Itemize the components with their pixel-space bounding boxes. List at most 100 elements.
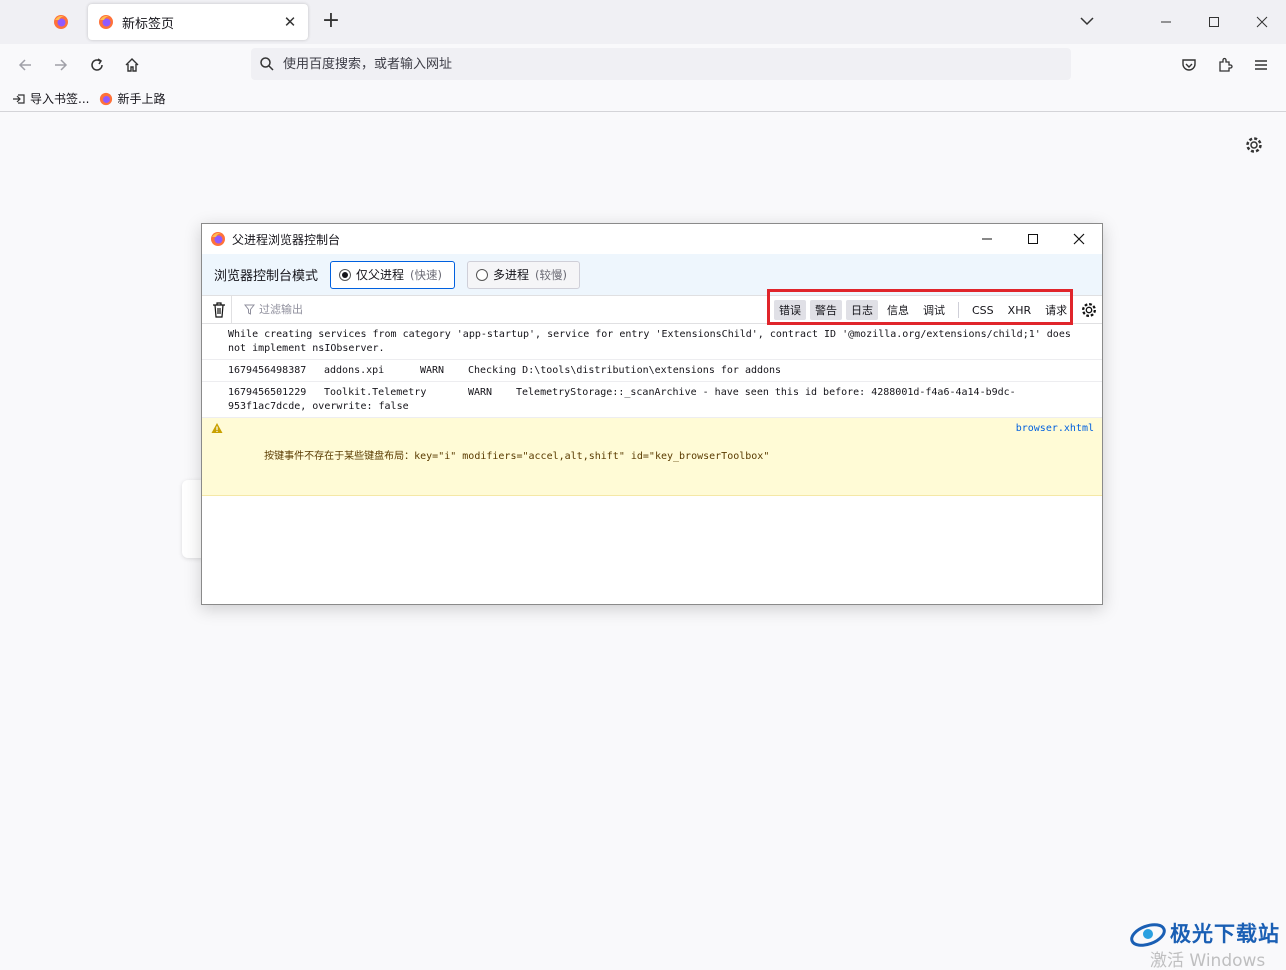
console-settings-button[interactable] xyxy=(1080,301,1098,319)
filter-debug[interactable]: 调试 xyxy=(918,300,950,320)
message-timestamp: 1679456501229 xyxy=(228,387,307,398)
message-text: While creating services from category 'a… xyxy=(228,329,1077,354)
console-output: While creating services from category 'a… xyxy=(202,324,1102,496)
radio-selected-icon xyxy=(339,268,352,281)
message-source: addons.xpi xyxy=(324,365,385,376)
trash-icon xyxy=(212,301,225,318)
message-level: WARN xyxy=(420,365,445,376)
console-message: 1679456498387 addons.xpi WARN Checking D:\t… xyxy=(202,360,1102,382)
chevron-down-icon xyxy=(1080,17,1094,26)
pocket-icon xyxy=(1182,59,1196,71)
maximize-icon xyxy=(1028,234,1038,244)
browser-console-window: 父进程浏览器控制台 浏览器控制台模式 仅父进程 (快速) 多进程 (较慢) 错误… xyxy=(201,223,1103,605)
warning-icon xyxy=(211,423,223,433)
home-button[interactable] xyxy=(118,52,146,78)
filter-input[interactable] xyxy=(259,303,459,316)
pocket-button[interactable] xyxy=(1175,52,1203,78)
maximize-icon xyxy=(1209,17,1219,27)
maximize-button[interactable] xyxy=(1190,0,1238,44)
gear-icon xyxy=(1246,137,1262,153)
bookmark-getting-started[interactable]: 新手上路 xyxy=(99,90,165,107)
close-window-button[interactable] xyxy=(1238,0,1286,44)
import-icon xyxy=(13,93,25,104)
message-text: Checking D:\tools\distribution\extension… xyxy=(468,365,782,376)
filter-xhr[interactable]: XHR xyxy=(1003,302,1036,319)
console-titlebar: 父进程浏览器控制台 xyxy=(202,224,1102,254)
clear-console-button[interactable] xyxy=(206,295,232,324)
tab-new-tab[interactable]: 新标签页 ✕ xyxy=(88,4,308,40)
message-timestamp: 1679456498387 xyxy=(228,365,307,376)
back-arrow-icon xyxy=(18,59,31,71)
radio-unselected-icon xyxy=(476,268,489,281)
reload-icon xyxy=(91,58,103,71)
console-close-button[interactable] xyxy=(1056,224,1102,254)
forward-arrow-icon xyxy=(55,59,68,71)
url-input[interactable] xyxy=(283,56,1071,72)
console-warning-message: 按键事件不存在于某些键盘布局：key="i" modifiers="accel,… xyxy=(202,418,1102,496)
url-bar[interactable] xyxy=(251,48,1071,80)
filter-requests[interactable]: 请求 xyxy=(1040,300,1072,320)
firefox-icon xyxy=(211,232,225,246)
activate-windows-text: 激活 Windows xyxy=(1150,951,1266,970)
console-toolbar: 错误 警告 日志 信息 调试 CSS XHR 请求 xyxy=(202,289,1102,325)
console-mode-label: 浏览器控制台模式 xyxy=(214,269,319,284)
window-controls xyxy=(1142,0,1286,44)
filter-logs[interactable]: 日志 xyxy=(846,300,878,320)
watermark: 极光下载站 xyxy=(1128,918,1280,948)
gear-icon xyxy=(1082,303,1096,317)
message-source-link[interactable]: browser.xhtml xyxy=(1016,422,1094,436)
home-icon xyxy=(125,58,139,72)
list-all-tabs-button[interactable] xyxy=(1076,10,1098,32)
console-minimize-button[interactable] xyxy=(964,224,1010,254)
extensions-button[interactable] xyxy=(1211,52,1239,78)
watermark-title: 极光下载站 xyxy=(1170,922,1280,946)
bookmark-import[interactable]: 导入书签... xyxy=(12,90,89,107)
hamburger-menu-icon xyxy=(1255,60,1267,70)
message-source: Toolkit.Telemetry xyxy=(324,387,427,398)
filter-errors[interactable]: 错误 xyxy=(774,300,806,320)
console-message: 1679456501229 Toolkit.Telemetry WARN Teleme… xyxy=(202,382,1102,418)
reload-button[interactable] xyxy=(83,52,111,78)
back-button[interactable] xyxy=(11,52,39,78)
mode-hint: (快速) xyxy=(410,267,443,282)
minimize-button[interactable] xyxy=(1142,0,1190,44)
page-settings-button[interactable] xyxy=(1244,135,1264,155)
filter-output[interactable] xyxy=(244,303,459,316)
funnel-icon xyxy=(244,304,255,315)
mode-label: 仅父进程 xyxy=(356,268,405,282)
mode-multiprocess[interactable]: 多进程 (较慢) xyxy=(467,260,581,289)
mode-parent-process[interactable]: 仅父进程 (快速) xyxy=(330,260,456,289)
minimize-icon xyxy=(1161,21,1171,23)
bookmarks-toolbar: 导入书签... 新手上路 xyxy=(0,86,1286,112)
search-icon xyxy=(260,57,274,71)
console-maximize-button[interactable] xyxy=(1010,224,1056,254)
message-text: 按键事件不存在于某些键盘布局：key="i" modifiers="accel,… xyxy=(264,451,770,462)
bookmark-label: 导入书签... xyxy=(30,92,90,106)
tab-bar: 新标签页 ✕ + xyxy=(0,0,1286,44)
minimize-icon xyxy=(982,238,992,240)
close-icon xyxy=(1073,233,1085,245)
bookmark-label: 新手上路 xyxy=(117,92,166,106)
mode-hint: (较慢) xyxy=(535,267,568,282)
puzzle-icon xyxy=(1219,57,1233,72)
console-title: 父进程浏览器控制台 xyxy=(232,232,341,247)
app-menu-button[interactable] xyxy=(1247,52,1275,78)
pinned-tab[interactable] xyxy=(44,6,78,38)
close-tab-icon[interactable]: ✕ xyxy=(282,13,298,31)
close-icon xyxy=(1256,16,1268,28)
console-mode-bar: 浏览器控制台模式 仅父进程 (快速) 多进程 (较慢) xyxy=(202,254,1102,296)
firefox-icon xyxy=(54,15,68,29)
firefox-icon xyxy=(99,15,113,29)
firefox-icon xyxy=(100,92,113,105)
filter-separator xyxy=(958,302,959,318)
mode-label: 多进程 xyxy=(493,268,530,282)
filter-css[interactable]: CSS xyxy=(967,302,999,319)
new-tab-button[interactable]: + xyxy=(318,8,344,36)
watermark-logo-icon xyxy=(1130,923,1166,947)
console-message: While creating services from category 'a… xyxy=(202,324,1102,360)
filter-warnings[interactable]: 警告 xyxy=(810,300,842,320)
log-level-filters: 错误 警告 日志 信息 调试 CSS XHR 请求 xyxy=(772,296,1074,324)
forward-button[interactable] xyxy=(47,52,75,78)
message-level: WARN xyxy=(468,387,493,398)
filter-info[interactable]: 信息 xyxy=(882,300,914,320)
